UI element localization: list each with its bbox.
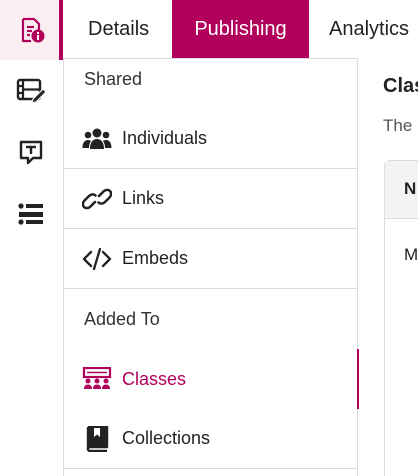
rail-list-button[interactable] [0,184,62,244]
nav-item-links[interactable]: Links [64,169,358,229]
nav-item-classes[interactable]: Classes [64,349,360,409]
column-header-name[interactable]: N [404,179,416,199]
nav-item-label: Collections [122,428,211,448]
rail-video-edit-button[interactable] [0,60,62,120]
content-title: Clas [383,75,418,97]
tab-analytics[interactable]: Analytics [309,0,409,58]
classes-table: N M [384,160,418,476]
people-icon [82,128,112,149]
list-icon [18,203,43,225]
text-box-icon [19,140,43,165]
nav-item-label: Embeds [122,248,189,268]
icon-rail [0,0,63,476]
classes-content-area: Clas The N M [359,58,418,476]
tab-details[interactable]: Details [63,0,172,58]
rail-document-info-button[interactable] [0,0,63,60]
nav-item-collections[interactable]: Collections [64,409,358,469]
shared-section-label: Shared [84,69,143,89]
nav-item-label: Classes [122,368,187,389]
rail-text-box-button[interactable] [0,122,62,182]
tab-publishing[interactable]: Publishing [172,0,309,58]
nav-item-embeds[interactable]: Embeds [64,229,358,289]
nav-item-label: Links [122,188,165,208]
nav-item-label: Individuals [122,128,208,148]
table-row[interactable]: M [404,245,418,265]
link-icon [82,188,112,209]
document-info-icon [21,17,44,43]
table-header: N [385,161,418,219]
publishing-nav-panel: Shared Individuals Links Embeds Added To… [63,58,360,476]
classes-icon [82,367,112,389]
tab-bar: Details Publishing Analytics [63,0,418,58]
added-to-section-label: Added To [84,309,160,329]
code-icon [82,247,112,270]
content-description: The [383,116,413,135]
video-edit-icon [16,78,46,103]
nav-item-individuals[interactable]: Individuals [64,109,358,169]
book-icon [86,425,109,452]
